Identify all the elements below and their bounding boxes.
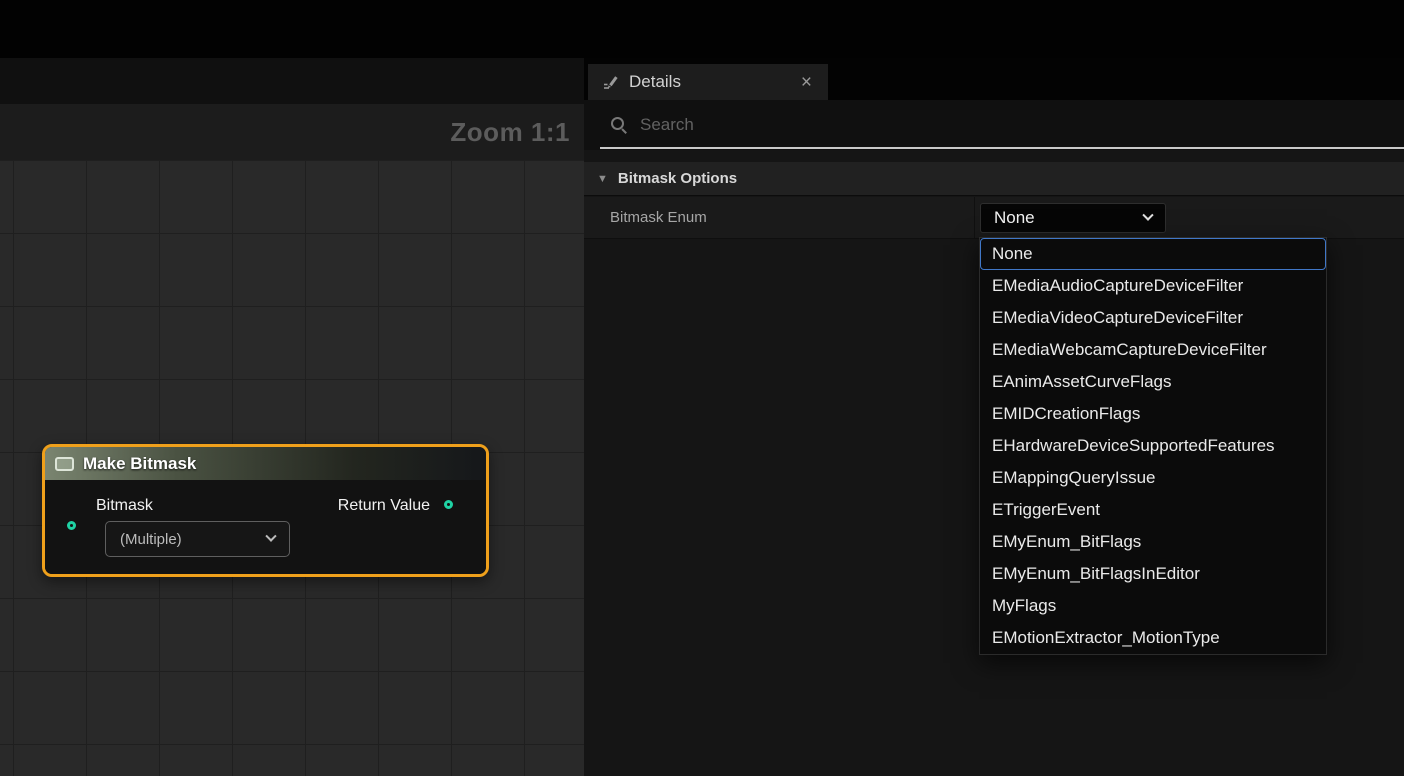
return-value-output-pin[interactable] [444, 500, 453, 509]
enum-dropdown-list: NoneEMediaAudioCaptureDeviceFilterEMedia… [979, 237, 1327, 655]
details-tab-bar: Details × [584, 58, 1404, 100]
node-header[interactable]: Make Bitmask [45, 447, 486, 480]
dropdown-item[interactable]: EAnimAssetCurveFlags [980, 366, 1326, 398]
dropdown-item[interactable]: EHardwareDeviceSupportedFeatures [980, 430, 1326, 462]
dropdown-item[interactable]: None [980, 238, 1326, 270]
bitmask-value-text: (Multiple) [120, 531, 182, 548]
search-bar [584, 100, 1404, 150]
bitmask-enum-dropdown[interactable]: None [980, 203, 1166, 233]
dropdown-item[interactable]: EMediaWebcamCaptureDeviceFilter [980, 334, 1326, 366]
dropdown-item[interactable]: EMIDCreationFlags [980, 398, 1326, 430]
top-bar [0, 0, 1404, 58]
tab-title: Details [629, 72, 789, 92]
search-input[interactable] [640, 100, 1404, 150]
graph-zoom-band: Zoom 1:1 [0, 104, 584, 160]
graph-header-band [0, 58, 584, 104]
node-title: Make Bitmask [83, 454, 196, 474]
tab-details[interactable]: Details × [588, 64, 828, 100]
dropdown-item[interactable]: EMediaAudioCaptureDeviceFilter [980, 270, 1326, 302]
section-bitmask-options[interactable]: ▼ Bitmask Options [584, 162, 1404, 196]
details-panel: Details × ▼ Bitmask Options Bitmask Enum… [584, 58, 1404, 776]
dropdown-item[interactable]: EMotionExtractor_MotionType [980, 622, 1326, 654]
property-row-bitmask-enum: Bitmask Enum None [584, 197, 1404, 239]
details-icon [602, 74, 619, 91]
chevron-down-icon [265, 531, 276, 542]
dropdown-item[interactable]: EMediaVideoCaptureDeviceFilter [980, 302, 1326, 334]
bitmask-input-pin[interactable] [67, 521, 76, 530]
make-bitmask-node[interactable]: Make Bitmask Bitmask (Multiple) Return V… [42, 444, 489, 577]
section-title: Bitmask Options [618, 170, 737, 187]
dropdown-item[interactable]: EMyEnum_BitFlagsInEditor [980, 558, 1326, 590]
expander-arrow-icon[interactable]: ▼ [597, 173, 608, 185]
blueprint-graph[interactable]: Zoom 1:1 Make Bitmask Bitmask (Multiple)… [0, 58, 584, 776]
property-label: Bitmask Enum [610, 197, 707, 239]
make-struct-icon [55, 457, 74, 471]
dropdown-item[interactable]: EMappingQueryIssue [980, 462, 1326, 494]
node-body: Bitmask (Multiple) Return Value [45, 480, 486, 574]
return-value-label: Return Value [338, 497, 430, 515]
dropdown-item[interactable]: MyFlags [980, 590, 1326, 622]
search-icon [610, 116, 628, 134]
bitmask-value-dropdown[interactable]: (Multiple) [105, 521, 290, 557]
graph-canvas[interactable]: Make Bitmask Bitmask (Multiple) Return V… [0, 160, 584, 776]
dropdown-item[interactable]: EMyEnum_BitFlags [980, 526, 1326, 558]
zoom-indicator: Zoom 1:1 [450, 117, 570, 148]
dropdown-item[interactable]: ETriggerEvent [980, 494, 1326, 526]
unreal-editor-window: Zoom 1:1 Make Bitmask Bitmask (Multiple)… [0, 0, 1404, 776]
chevron-down-icon [1142, 210, 1153, 221]
bitmask-pin-label: Bitmask [96, 497, 153, 515]
close-icon[interactable]: × [799, 73, 814, 92]
bitmask-enum-value: None [994, 208, 1035, 228]
